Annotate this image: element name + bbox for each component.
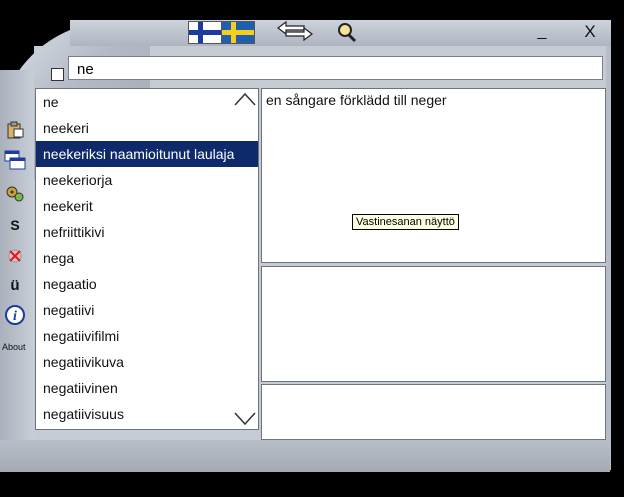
scroll-up-button[interactable] [233,90,257,108]
word-list-item[interactable]: negatiivikuva [36,349,258,375]
swap-languages-button[interactable] [274,20,316,42]
svg-text:i: i [13,309,17,324]
flag-finland-icon[interactable] [188,21,222,44]
settings-button[interactable] [4,183,26,203]
scroll-down-button[interactable] [233,409,257,427]
translation-pane[interactable]: en sångare förklädd till neger [261,88,606,263]
eraser-icon [8,249,22,263]
swap-arrows-icon [277,20,313,42]
word-list-item[interactable]: ne [36,89,258,115]
info-icon: i [5,305,25,325]
window-mode-button[interactable] [4,150,26,170]
word-list-item[interactable]: neekeri [36,115,258,141]
word-list-item[interactable]: neekerit [36,193,258,219]
word-list-item[interactable]: negaatio [36,271,258,297]
notes-pane[interactable] [261,384,606,440]
window-right-edge [606,46,611,470]
dictionary-window: _ X ne S ü i About ne neekeri neekeriksi… [0,0,624,497]
word-list-item[interactable]: negatiivifilmi [36,323,258,349]
translation-text: en sångare förklädd till neger [266,92,447,108]
about-label[interactable]: About [2,342,26,352]
word-list-item[interactable]: neekeriorja [36,167,258,193]
minimize-button[interactable]: _ [530,22,554,42]
word-list-item[interactable]: negatiivisuus [36,401,258,427]
word-list-item[interactable]: nega [36,245,258,271]
search-button[interactable] [332,20,362,44]
s-button[interactable]: S [4,215,26,235]
close-button[interactable]: X [578,22,602,42]
word-list-item[interactable]: neekeriksi naamioitunut laulaja [36,141,258,167]
info-button[interactable]: i [4,305,26,325]
chevron-down-icon [234,412,256,426]
search-input[interactable]: ne [68,56,603,80]
flag-sweden-icon[interactable] [221,21,255,44]
word-list-item[interactable]: nefriittikivi [36,219,258,245]
special-chars-button[interactable]: ü [4,275,26,295]
word-list-item[interactable]: negatiivinen [36,375,258,401]
clipboard-icon [7,121,24,139]
option-checkbox[interactable] [51,68,64,81]
example-pane[interactable] [261,266,606,382]
windows-icon [4,150,26,170]
clear-button[interactable] [4,246,26,266]
word-list[interactable]: ne neekeri neekeriksi naamioitunut laulaja… [35,88,259,430]
status-bar [0,440,610,472]
tooltip: Vastinesanan näyttö [352,214,459,230]
chevron-up-icon [234,92,256,106]
gears-icon [6,186,24,202]
word-list-item[interactable]: negatiivi [36,297,258,323]
magnifier-icon [338,23,357,43]
paste-button[interactable] [4,120,26,140]
